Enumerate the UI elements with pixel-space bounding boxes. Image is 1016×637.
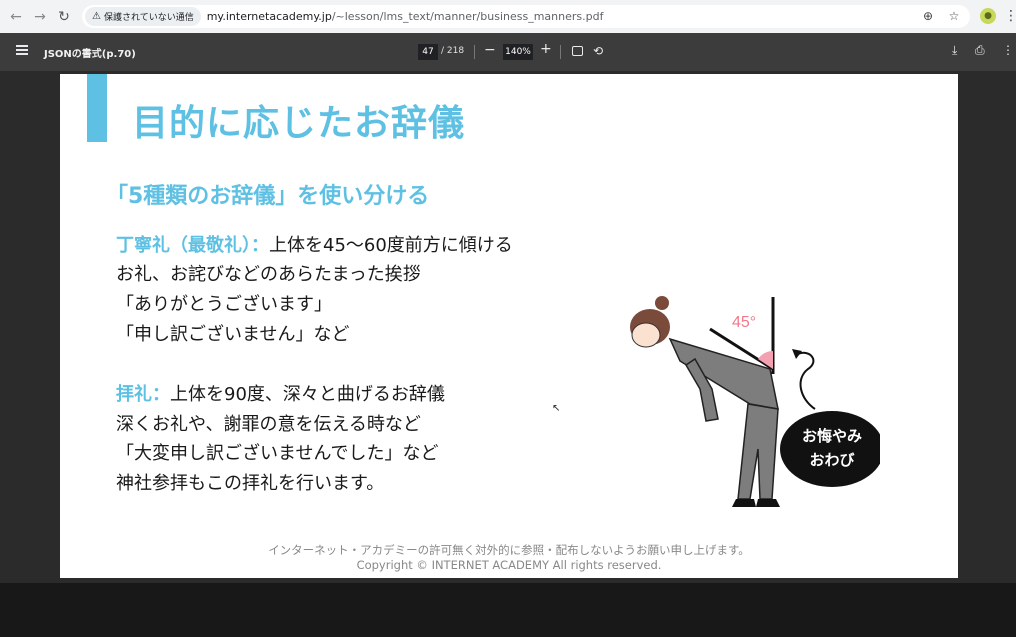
pdf-page: 目的に応じたお辞儀 「5種類のお辞儀」を使い分ける 丁寧礼（最敬礼）：上体を45… [60, 74, 958, 578]
shoe [756, 499, 780, 507]
shoe [732, 499, 756, 507]
slide-subtitle: 「5種類のお辞儀」を使い分ける [106, 184, 430, 209]
toolbar-divider [560, 45, 561, 59]
address-bar[interactable]: ⚠ 保護されていない通信 my.internetacademy.jp/~less… [82, 5, 970, 28]
page-number-input[interactable]: 47 [418, 44, 438, 60]
slide-title: 目的に応じたお辞儀 [132, 103, 466, 144]
title-accent-bar [87, 74, 107, 142]
zoom-level-input[interactable]: 140% [503, 44, 533, 60]
footer-notice: インターネット・アカデミーの許可無く対外的に参照・配布しないようお願い申し上げま… [268, 543, 750, 557]
security-chip[interactable]: ⚠ 保護されていない通信 [85, 7, 201, 26]
section1-key: 丁寧礼（最敬礼）： [116, 235, 269, 256]
url-host: my.internetacademy.jp [206, 10, 332, 23]
speech-bubble [780, 411, 880, 487]
zoom-in-icon[interactable]: + [540, 41, 552, 57]
section1-line: 「ありがとうございます」 [116, 294, 332, 315]
url-text[interactable]: my.internetacademy.jp/~lesson/lms_text/m… [207, 10, 604, 23]
footer-copyright: Copyright © INTERNET ACADEMY All rights … [356, 558, 662, 572]
forward-icon[interactable]: → [28, 5, 52, 29]
section1-line: 「申し訳ございません」など [116, 324, 350, 345]
pdf-toolbar: JSONの書式(p.70) 47 / 218 − 140% + ⟲ ⤓ ⎙ ⋮ [0, 33, 1016, 71]
section2-heading: 拝礼：上体を90度、深々と曲げるお辞儀 [116, 380, 445, 406]
more-actions-icon[interactable]: ⋮ [1002, 43, 1014, 57]
mouse-cursor-icon: ↖ [552, 403, 561, 414]
page-total: / 218 [441, 46, 465, 56]
bowing-woman-illustration: 45° お悔やみ おわび [630, 296, 880, 507]
security-label: 保護されていない通信 [103, 13, 194, 23]
woman-jacket [668, 337, 779, 410]
woman-legs [737, 403, 779, 500]
bookmark-star-icon[interactable]: ☆ [946, 8, 962, 24]
sidebar-menu-icon[interactable] [16, 45, 28, 57]
section2-line: 「大変申し訳ございませんでした」など [116, 443, 439, 464]
url-path: /~lesson/lms_text/manner/business_manner… [331, 10, 604, 23]
print-icon[interactable]: ⎙ [975, 43, 985, 58]
section2-line: 深くお礼や、謝罪の意を伝える時など [116, 414, 421, 435]
download-icon[interactable]: ⤓ [952, 43, 957, 58]
browser-menu-icon[interactable]: ⋮ [1004, 8, 1016, 24]
pointer-arrow [797, 351, 816, 410]
browser-toolbar: ← → ↻ ⚠ 保護されていない通信 my.internetacademy.jp… [0, 0, 1016, 33]
angle-label: 45° [732, 314, 756, 331]
hair-bun [655, 296, 669, 310]
section2-line: 神社参拝もこの拝礼を行います。 [116, 473, 385, 494]
section1-heading: 丁寧礼（最敬礼）：上体を45～60度前方に傾ける [116, 231, 513, 257]
back-icon[interactable]: ← [4, 5, 28, 29]
section1-lead: 上体を45～60度前方に傾ける [269, 235, 513, 256]
bubble-line2: おわび [809, 451, 854, 469]
section1-line: お礼、お詫びなどのあらたまった挨拶 [116, 264, 421, 285]
viewer-background [0, 583, 1016, 637]
woman-face [631, 322, 661, 348]
section2-key: 拝礼： [116, 384, 170, 405]
zoom-out-icon[interactable]: − [484, 42, 496, 58]
warning-icon: ⚠ [92, 11, 101, 22]
bubble-line1: お悔やみ [802, 427, 862, 445]
fit-page-icon[interactable] [572, 46, 583, 56]
reload-icon[interactable]: ↻ [52, 5, 76, 29]
extension-icon[interactable]: ● [980, 8, 996, 24]
toolbar-divider [474, 45, 475, 59]
document-title: JSONの書式(p.70) [44, 49, 136, 60]
rotate-icon[interactable]: ⟲ [593, 44, 603, 58]
zoom-icon[interactable]: ⊕ [920, 8, 936, 24]
section2-lead: 上体を90度、深々と曲げるお辞儀 [170, 384, 445, 405]
